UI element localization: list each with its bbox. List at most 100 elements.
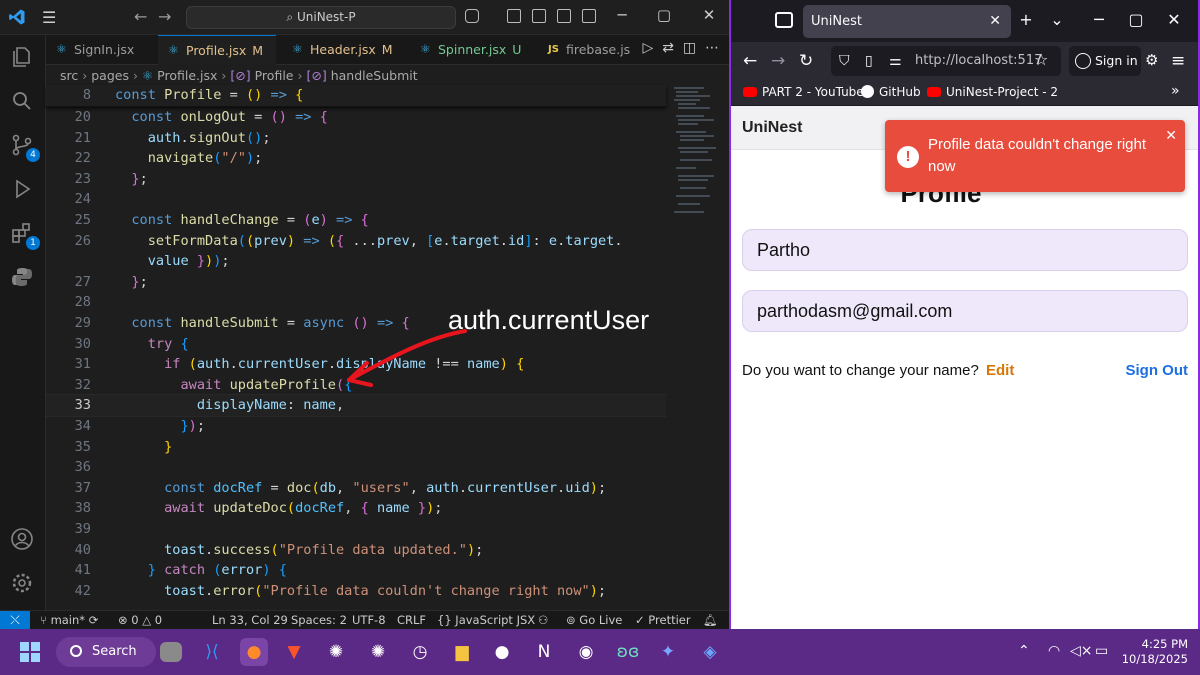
toggle-panel-icon[interactable] [532,9,546,23]
windows-start-icon[interactable] [20,642,40,662]
line-ending[interactable]: CRLF [397,613,426,627]
more-actions-icon[interactable]: ⋯ [705,40,719,56]
notifications-bell-icon[interactable]: 🔔︎ [703,613,718,627]
indentation[interactable]: Spaces: 2 [291,613,347,627]
copilot-status-icon[interactable]: ⚇ [538,613,548,627]
task-view-icon[interactable] [160,642,182,662]
sticky-scroll-header[interactable]: 8 const Profile = () => { [46,85,666,107]
reload-icon[interactable]: ↻ [799,51,813,71]
minimize-icon[interactable]: ─ [1089,10,1109,29]
firefox-taskbar-icon[interactable]: ● [240,638,268,666]
tray-chevron-up-icon[interactable]: ⌃ [1018,643,1030,659]
volume-muted-icon[interactable]: ◁× [1070,643,1093,659]
edit-link[interactable]: Edit [986,362,1014,379]
extensions-icon[interactable]: 1 [10,221,40,250]
bookmark-uninest-project[interactable]: UniNest-Project - 2 [927,85,1058,99]
maximize-icon[interactable]: ▢ [1126,10,1146,29]
shield-icon[interactable]: ⛉ [839,46,850,76]
chatgpt-app-taskbar-icon[interactable]: ✺ [364,638,392,666]
back-arrow-icon[interactable]: ← [743,51,757,71]
compare-icon[interactable]: ⇄ [662,40,674,56]
chatgpt-taskbar-icon[interactable]: ✺ [322,638,350,666]
python-icon[interactable] [10,265,36,291]
account-icon[interactable] [10,527,36,553]
browser-tab-uninest[interactable]: UniNest ✕ [803,5,1011,38]
go-live-button[interactable]: ⊚ Go Live [566,613,622,627]
bluesky-taskbar-icon[interactable]: ʚɞ [614,638,642,666]
notion-taskbar-icon[interactable]: N [530,638,558,666]
close-icon[interactable]: ✕ [1165,124,1177,146]
url-bar[interactable]: ⛉ ▯ ⚌ http://localhost:517 [831,46,1061,76]
permissions-icon[interactable]: ⚌ [889,46,902,76]
search-icon[interactable] [10,89,36,115]
gemini-taskbar-icon[interactable]: ✦ [654,638,682,666]
bookmark-part2-youtube[interactable]: PART 2 - YouTube [743,85,864,99]
extensions-icon[interactable]: ⚙ [1145,51,1158,69]
encoding[interactable]: UTF-8 [352,613,386,627]
taskbar-clock[interactable]: 4:25 PM 10/18/2025 [1118,637,1188,667]
toggle-primary-sidebar-icon[interactable] [507,9,521,23]
remote-indicator-icon[interactable]: ⤬ [0,611,30,629]
obs-taskbar-icon[interactable]: ◉ [572,638,600,666]
problems-indicator[interactable]: ⊗ 0 △ 0 [118,613,162,627]
sign-in-button[interactable]: Sign in [1069,46,1141,76]
github-desktop-taskbar-icon[interactable]: ● [488,638,516,666]
tab-profile[interactable]: ⚛ Profile.jsx M [158,35,276,65]
taskbar-search[interactable]: Search [56,637,156,667]
split-editor-icon[interactable]: ◫ [683,40,696,56]
run-debug-icon[interactable] [10,177,36,203]
settings-gear-icon[interactable] [10,571,36,597]
hamburger-menu-icon[interactable]: ☰ [42,8,62,27]
name-input[interactable]: Partho [742,229,1188,271]
minimap[interactable] [672,85,717,225]
customize-layout-icon[interactable] [582,9,596,23]
tab-firebase[interactable]: JS firebase.js [538,35,648,65]
run-icon[interactable]: ▷ [643,40,654,56]
menu-icon[interactable]: ≡ [1171,51,1185,71]
new-tab-icon[interactable]: + [1016,10,1036,29]
vscode-titlebar: ☰ ← → ⌕ UniNest-P ─ ▢ ✕ [0,0,729,35]
explorer-icon[interactable] [10,45,36,71]
minimize-icon[interactable]: ─ [612,6,632,24]
toggle-secondary-sidebar-icon[interactable] [557,9,571,23]
branch-indicator[interactable]: ⑂ main* ⟳ [40,613,98,627]
vscode-taskbar-icon[interactable]: ⟩⟨ [198,638,226,666]
close-icon[interactable]: ✕ [699,6,719,24]
edit-prompt: Do you want to change your name? [742,362,979,379]
language-mode[interactable]: {} JavaScript JSX [437,613,535,627]
error-toast[interactable]: ! Profile data couldn't change right now… [885,120,1185,192]
back-arrow-icon[interactable]: ← [134,7,147,26]
sign-out-link[interactable]: Sign Out [1126,362,1189,379]
bookmark-star-icon[interactable]: ☆ [1034,50,1048,69]
maximize-icon[interactable]: ▢ [654,6,674,24]
cursor-position[interactable]: Ln 33, Col 29 [212,613,288,627]
close-window-icon[interactable]: ✕ [1164,10,1184,29]
tab-spinner[interactable]: ⚛ Spinner.jsx U [410,35,532,65]
forward-arrow-icon[interactable]: → [771,51,785,71]
firefox-window: UniNest ✕ + ⌄ ─ ▢ ✕ ← → ↻ ⛉ ▯ ⚌ http://lo… [729,0,1200,629]
source-control-icon[interactable]: 4 [10,133,40,162]
web-page: UniNest Profile Partho parthodasm@gmail.… [731,106,1198,629]
more-bookmarks-icon[interactable]: » [1171,83,1180,99]
code-line: 41 } catch (error) { [74,562,287,579]
wifi-icon[interactable]: ◠ [1048,643,1060,659]
tab-list-chevron-down-icon[interactable]: ⌄ [1047,10,1067,29]
bookmark-github[interactable]: GitHub [861,85,921,99]
brave-taskbar-icon[interactable]: ▼ [280,638,308,666]
page-info-icon[interactable]: ▯ [865,46,873,76]
tab-header[interactable]: ⚛ Header.jsx M [282,35,404,65]
close-tab-icon[interactable]: ✕ [989,5,1001,38]
forward-arrow-icon[interactable]: → [158,7,171,26]
copilot-icon[interactable] [465,9,479,23]
tab-signin[interactable]: ⚛ SignIn.jsx [46,35,156,65]
tab-overview-icon[interactable] [775,12,793,28]
code-line: value })); [147,253,230,270]
file-explorer-taskbar-icon[interactable]: ▆ [448,638,476,666]
email-input[interactable]: parthodasm@gmail.com [742,290,1188,332]
command-center-search[interactable]: ⌕ UniNest-P [186,6,456,29]
app-brand[interactable]: UniNest [742,119,802,137]
battery-icon[interactable]: ▭ [1095,643,1108,659]
app-taskbar-icon[interactable]: ◈ [696,638,724,666]
clock-app-taskbar-icon[interactable]: ◷ [406,638,434,666]
prettier-status[interactable]: ✓ Prettier [635,613,691,627]
